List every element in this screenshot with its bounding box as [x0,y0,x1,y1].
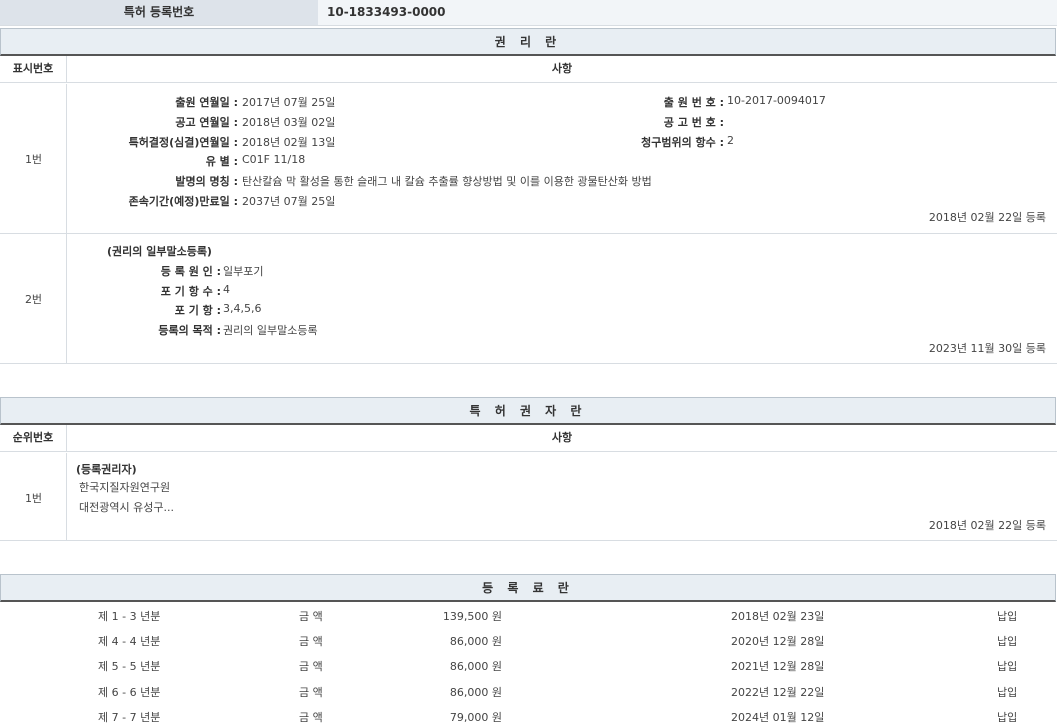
claims-count-label: 청구범위의 항수 : [641,134,724,150]
cause-value: 일부포기 [223,263,263,279]
expiry-date-label: 존속기간(예정)만료일 : [129,193,238,209]
fee-period: 제 1 - 3 년분 [98,608,160,624]
fee-paid-date: 2018년 02월 23일 [731,608,824,624]
publication-number-label: 공 고 번 호 : [664,114,724,130]
row-number: 1번 [0,151,67,167]
fee-amount-label: 금 액 [299,608,323,624]
registered-holder-heading: (등록권리자) [76,461,137,477]
patent-number-bar: 특허 등록번호 10-1833493-0000 [0,0,1057,26]
fee-paid-date: 2024년 01월 12일 [731,709,824,725]
fee-amount: 86,000 원 [450,684,502,700]
filing-date-value: 2017년 07월 25일 [242,94,335,110]
waived-count-label: 포 기 항 수 : [161,283,221,299]
cause-label: 등 록 원 인 : [161,263,221,279]
fee-status: 납입 [997,658,1017,674]
registration-date: 2018년 02월 22일 등록 [929,209,1046,225]
rights-row-2: 2번 (권리의 일부말소등록) 등 록 원 인 : 일부포기 포 기 항 수 :… [0,234,1057,364]
decision-date-label: 특허결정(심결)연월일 : [129,134,238,150]
purpose-label: 등록의 목적 : [158,322,221,338]
holder-address: 대전광역시 유성구... [79,499,174,515]
waived-items-value: 3,4,5,6 [223,302,261,315]
application-number-label: 출 원 번 호 : [664,94,724,110]
row-number: 1번 [0,490,67,506]
classification-label: 유 별 : [206,153,238,169]
fee-paid-date: 2020년 12월 28일 [731,633,824,649]
details-header: 사항 [67,425,1057,452]
rights-column-header: 표시번호 사항 [0,56,1057,83]
fee-period: 제 6 - 6 년분 [98,684,160,700]
fee-period: 제 4 - 4 년분 [98,633,160,649]
expiry-date-value: 2037년 07월 25일 [242,193,335,209]
patent-holder-section-header: 특 허 권 자 란 [0,397,1056,425]
waived-count-value: 4 [223,283,230,296]
fee-amount: 139,500 원 [443,608,502,624]
fee-amount: 79,000 원 [450,709,502,725]
rights-row-1: 1번 출원 연월일 : 2017년 07월 25일 출 원 번 호 : 10-2… [0,84,1057,234]
claims-count-value: 2 [727,134,734,147]
waived-items-label: 포 기 항 : [175,302,221,318]
publication-date-label: 공고 연월일 : [175,114,238,130]
fee-amount: 86,000 원 [450,633,502,649]
fee-paid-date: 2021년 12월 28일 [731,658,824,674]
registration-date: 2023년 11월 30일 등록 [929,340,1046,356]
holder-name: 한국지질자원연구원 [79,479,170,495]
holder-row-1: 1번 (등록권리자) 한국지질자원연구원 대전광역시 유성구... 2018년 … [0,453,1057,541]
holder-column-header: 순위번호 사항 [0,425,1057,452]
fee-amount-label: 금 액 [299,658,323,674]
patent-number-label: 특허 등록번호 [0,0,318,25]
purpose-value: 권리의 일부말소등록 [223,322,318,338]
details-header: 사항 [67,56,1057,83]
registration-fee-section-header: 등 록 료 란 [0,574,1056,602]
fee-paid-date: 2022년 12월 22일 [731,684,824,700]
fee-status: 납입 [997,709,1017,725]
fee-period: 제 7 - 7 년분 [98,709,160,725]
fee-amount-label: 금 액 [299,684,323,700]
invention-title-value: 탄산칼슘 막 활성을 통한 슬래그 내 칼슘 추출률 향상방법 및 이를 이용한… [242,173,652,189]
fee-status: 납입 [997,608,1017,624]
fee-period: 제 5 - 5 년분 [98,658,160,674]
invention-title-label: 발명의 명칭 : [175,173,238,189]
fee-amount-label: 금 액 [299,633,323,649]
filing-date-label: 출원 연월일 : [175,94,238,110]
display-number-header: 표시번호 [0,56,67,83]
classification-value: C01F 11/18 [242,153,305,166]
fee-status: 납입 [997,684,1017,700]
rights-section-header: 권 리 란 [0,28,1056,56]
row-number: 2번 [0,291,67,307]
fee-amount: 86,000 원 [450,658,502,674]
fee-amount-label: 금 액 [299,709,323,725]
patent-number-value: 10-1833493-0000 [318,0,1057,25]
partial-cancellation-heading: (권리의 일부말소등록) [107,243,212,259]
decision-date-value: 2018년 02월 13일 [242,134,335,150]
fee-status: 납입 [997,633,1017,649]
registration-date: 2018년 02월 22일 등록 [929,517,1046,533]
rank-number-header: 순위번호 [0,425,67,452]
application-number-value: 10-2017-0094017 [727,94,826,107]
publication-date-value: 2018년 03월 02일 [242,114,335,130]
